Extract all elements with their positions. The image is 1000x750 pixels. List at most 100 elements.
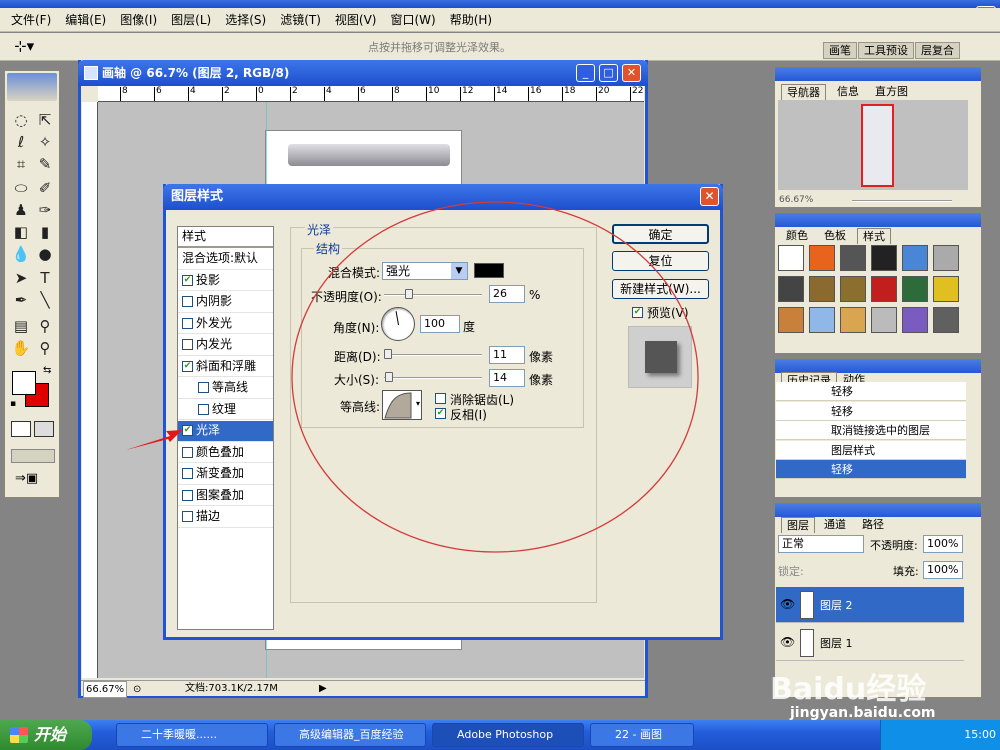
foreground-color-swatch[interactable] bbox=[12, 371, 36, 395]
ok-button[interactable]: 确定 bbox=[612, 224, 709, 244]
style-swatch[interactable] bbox=[871, 276, 897, 302]
style-checkbox[interactable] bbox=[182, 317, 193, 329]
tab-swatches[interactable]: 色板 bbox=[819, 228, 851, 244]
path-select-icon[interactable]: ➤ bbox=[9, 267, 33, 289]
tab-color[interactable]: 颜色 bbox=[781, 228, 813, 244]
fill-input[interactable]: 100% bbox=[923, 561, 963, 579]
tab-navigator[interactable]: 导航器 bbox=[781, 84, 826, 100]
style-checkbox[interactable] bbox=[182, 511, 193, 522]
navigator-zoom-slider[interactable] bbox=[852, 200, 952, 202]
style-swatch[interactable] bbox=[933, 245, 959, 271]
swap-colors-icon[interactable]: ⇆ bbox=[43, 365, 51, 376]
style-item[interactable]: ✔ 光泽 bbox=[178, 420, 273, 442]
history-item[interactable]: 轻移 bbox=[776, 382, 966, 401]
doc-maximize-button[interactable]: □ bbox=[599, 64, 618, 82]
crop-tool-icon[interactable]: ⌗ bbox=[9, 153, 33, 175]
gloss-color-swatch[interactable] bbox=[474, 263, 504, 278]
move-tool-icon[interactable]: ⇱ bbox=[33, 109, 57, 131]
magic-wand-icon[interactable]: ✧ bbox=[33, 131, 57, 153]
style-item[interactable]: ✔ 投影 bbox=[178, 270, 273, 291]
style-item[interactable]: 外发光 bbox=[178, 313, 273, 334]
eyedropper-icon[interactable]: ⚲ bbox=[33, 315, 57, 337]
menu-edit[interactable]: 编辑(E) bbox=[58, 8, 113, 32]
style-checkbox[interactable]: ✔ bbox=[182, 425, 193, 436]
history-item[interactable]: 轻移 bbox=[776, 401, 966, 421]
standard-mode-button[interactable] bbox=[11, 421, 31, 437]
screen-mode-buttons[interactable] bbox=[11, 449, 55, 463]
zoom-tool-icon[interactable]: ⚲ bbox=[33, 337, 57, 359]
style-checkbox[interactable]: ✔ bbox=[182, 360, 193, 372]
style-item[interactable]: 图案叠加 bbox=[178, 485, 273, 506]
tab-info[interactable]: 信息 bbox=[832, 84, 864, 100]
layer-row[interactable]: 👁 图层 2 bbox=[776, 587, 964, 623]
eraser-tool-icon[interactable]: ◧ bbox=[9, 221, 33, 243]
opacity-input[interactable]: 26 bbox=[489, 285, 525, 303]
tab-histogram[interactable]: 直方图 bbox=[870, 84, 913, 100]
distance-slider-thumb[interactable] bbox=[384, 349, 393, 359]
task-item-0[interactable]: 二十季暖暖...... bbox=[116, 723, 268, 747]
line-tool-icon[interactable]: ╲ bbox=[33, 289, 57, 311]
blur-tool-icon[interactable]: 💧 bbox=[9, 243, 33, 265]
style-swatch[interactable] bbox=[871, 307, 897, 333]
layer-opacity-input[interactable]: 100% bbox=[923, 535, 963, 553]
size-slider-track[interactable] bbox=[384, 377, 482, 379]
history-item[interactable]: 取消链接选中的图层 bbox=[776, 421, 966, 440]
menu-window[interactable]: 窗口(W) bbox=[383, 8, 442, 32]
menu-filter[interactable]: 滤镜(T) bbox=[273, 8, 328, 32]
distance-input[interactable]: 11 bbox=[489, 346, 525, 364]
style-checkbox[interactable]: ✔ bbox=[182, 274, 193, 286]
default-colors-icon[interactable]: ▪ bbox=[10, 399, 16, 409]
layer-blend-mode-select[interactable]: 正常 bbox=[778, 535, 864, 553]
history-item[interactable]: 轻移 bbox=[776, 460, 966, 479]
style-checkbox[interactable] bbox=[182, 468, 193, 479]
gradient-tool-icon[interactable]: ▮ bbox=[33, 221, 57, 243]
navigator-view-box[interactable] bbox=[861, 104, 894, 187]
style-item[interactable]: 等高线 bbox=[178, 378, 273, 399]
opacity-slider-track[interactable] bbox=[384, 294, 482, 296]
menu-help[interactable]: 帮助(H) bbox=[443, 8, 499, 32]
style-item[interactable]: 渐变叠加 bbox=[178, 464, 273, 485]
quick-mask-button[interactable] bbox=[34, 421, 54, 437]
navigator-zoom[interactable]: 66.67% bbox=[779, 195, 813, 205]
style-swatch[interactable] bbox=[778, 276, 804, 302]
style-swatch[interactable] bbox=[840, 245, 866, 271]
style-checkbox[interactable] bbox=[182, 296, 193, 307]
task-item-2[interactable]: Adobe Photoshop bbox=[432, 723, 584, 747]
doc-minimize-button[interactable]: _ bbox=[576, 64, 595, 82]
tab-layers[interactable]: 图层 bbox=[781, 517, 815, 533]
style-item[interactable]: ✔ 斜面和浮雕 bbox=[178, 356, 273, 377]
move-tool-preset-icon[interactable]: ⊹▾ bbox=[14, 37, 34, 55]
style-swatch[interactable] bbox=[902, 245, 928, 271]
style-swatch[interactable] bbox=[902, 276, 928, 302]
dialog-close-button[interactable]: ✕ bbox=[700, 187, 719, 206]
style-checkbox[interactable] bbox=[182, 446, 193, 458]
hand-tool-icon[interactable]: ✋ bbox=[9, 337, 33, 359]
dodge-tool-icon[interactable]: ● bbox=[33, 243, 57, 265]
well-tool-presets[interactable]: 工具预设 bbox=[858, 42, 914, 59]
task-item-1[interactable]: 高级编辑器_百度经验 bbox=[274, 723, 426, 747]
history-brush-icon[interactable]: ✑ bbox=[33, 199, 57, 221]
style-swatch[interactable] bbox=[809, 307, 835, 333]
style-swatch[interactable] bbox=[933, 307, 959, 333]
menu-select[interactable]: 选择(S) bbox=[218, 8, 273, 32]
style-item[interactable]: 纹理 bbox=[178, 399, 273, 420]
style-item[interactable]: 内阴影 bbox=[178, 292, 273, 313]
tab-styles[interactable]: 样式 bbox=[857, 228, 891, 244]
opacity-slider-thumb[interactable] bbox=[405, 289, 414, 299]
blend-mode-select[interactable]: 强光 ▼ bbox=[382, 262, 468, 280]
style-swatch[interactable] bbox=[778, 245, 804, 271]
task-item-3[interactable]: 22 - 画图 bbox=[590, 723, 694, 747]
style-list-header[interactable]: 样式 bbox=[178, 227, 273, 248]
brush-tool-icon[interactable]: ✐ bbox=[33, 177, 57, 199]
tab-paths[interactable]: 路径 bbox=[857, 517, 889, 533]
style-checkbox[interactable] bbox=[198, 382, 209, 393]
visibility-eye-icon[interactable]: 👁 bbox=[780, 597, 795, 611]
style-swatch[interactable] bbox=[933, 276, 959, 302]
healing-brush-icon[interactable]: ⬭ bbox=[9, 177, 33, 199]
preview-checkbox[interactable]: ✔ bbox=[632, 307, 643, 318]
notes-tool-icon[interactable]: ▤ bbox=[9, 315, 33, 337]
style-list-header[interactable]: 混合选项:默认 bbox=[178, 249, 273, 270]
style-checkbox[interactable] bbox=[182, 339, 193, 350]
style-swatch[interactable] bbox=[809, 276, 835, 302]
size-input[interactable]: 14 bbox=[489, 369, 525, 387]
